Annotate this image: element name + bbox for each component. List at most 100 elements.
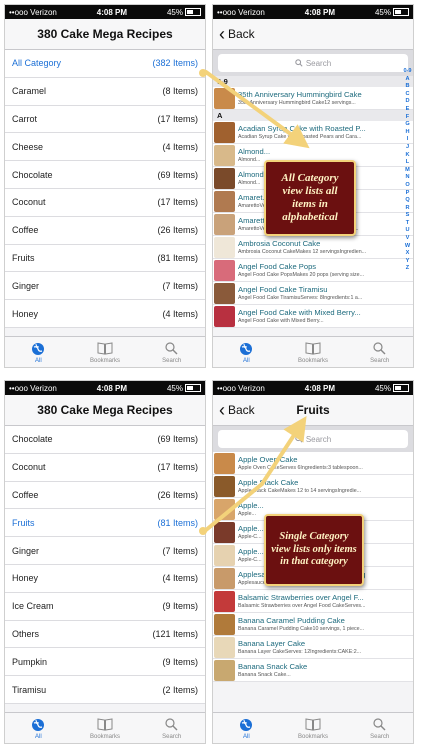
index-letter[interactable]: W — [405, 243, 410, 251]
category-row[interactable]: All Category (382 Items) — [5, 50, 205, 78]
recipe-row[interactable]: Apple Stack Cake Apple Stack CakeMakes 12… — [213, 475, 413, 498]
index-letter[interactable]: D — [405, 98, 409, 106]
recipe-row[interactable]: Angel Food Cake Tiramisu Angel Food Cake … — [213, 282, 413, 305]
category-row[interactable]: Pumpkin (9 Items) — [5, 648, 205, 677]
category-list: All Category (382 Items) Caramel (8 Items) C… — [5, 50, 205, 328]
tab-bookmarks[interactable]: Bookmarks — [280, 337, 347, 367]
index-letter[interactable]: C — [405, 91, 409, 99]
alphabet-index[interactable]: 0-9 A B C D E F G H I J K L M N O P Q R S T U V W X Y Z — [402, 68, 413, 273]
category-row[interactable]: Coconut (17 Items) — [5, 454, 205, 482]
recipe-row[interactable]: Banana Caramel Pudding Cake Banana Carame… — [213, 613, 413, 636]
recipe-row[interactable]: Balsamic Strawberries over Angel F... Bal… — [213, 590, 413, 613]
index-letter[interactable]: L — [406, 159, 409, 167]
tab-label: Bookmarks — [90, 733, 121, 740]
category-row[interactable]: Ice Cream (9 Items) — [5, 593, 205, 621]
recipe-thumbnail — [214, 87, 235, 109]
index-letter[interactable]: K — [405, 152, 409, 160]
index-letter[interactable]: U — [405, 227, 409, 235]
tab-bookmarks[interactable]: Bookmarks — [72, 713, 139, 743]
search-input[interactable]: Search — [218, 54, 408, 72]
back-label: Back — [228, 403, 255, 417]
recipe-subtitle: Banana Caramel Pudding Cake10 servings, … — [238, 626, 365, 632]
recipe-thumbnail — [214, 190, 235, 212]
category-row[interactable]: Tiramisu (2 Items) — [5, 676, 205, 704]
tab-all[interactable]: All — [213, 713, 280, 743]
back-button[interactable]: ‹ Back — [219, 395, 255, 425]
category-row[interactable]: Coconut (17 Items) — [5, 189, 205, 217]
category-row[interactable]: Others (121 Items) — [5, 621, 205, 649]
tab-all[interactable]: All — [213, 337, 280, 367]
category-row[interactable]: Coffee (26 Items) — [5, 217, 205, 245]
tab-search[interactable]: Search — [138, 713, 205, 743]
search-placeholder: Search — [305, 58, 332, 68]
tab-search[interactable]: Search — [346, 713, 413, 743]
index-letter[interactable]: B — [405, 83, 409, 91]
tab-search[interactable]: Search — [138, 337, 205, 367]
index-letter[interactable]: F — [406, 114, 409, 122]
index-letter[interactable]: Z — [406, 265, 409, 273]
tab-bookmarks[interactable]: Bookmarks — [280, 713, 347, 743]
recipe-title: Almond... — [238, 147, 271, 156]
index-letter[interactable]: G — [405, 121, 409, 129]
tab-all[interactable]: All — [5, 713, 72, 743]
recipe-subtitle: Banana Snack Cake... — [238, 672, 291, 678]
index-letter[interactable]: N — [405, 174, 409, 182]
category-row[interactable]: Fruits (81 Items) — [5, 509, 205, 538]
search-input[interactable]: Search — [218, 430, 408, 448]
recipe-text: Banana Snack Cake Banana Snack Cake... — [238, 662, 413, 678]
index-letter[interactable]: X — [406, 250, 410, 258]
category-name: Ice Cream — [12, 601, 54, 612]
index-letter[interactable]: E — [406, 106, 410, 114]
category-row[interactable]: Caramel (8 Items) — [5, 78, 205, 106]
magnifier-icon — [373, 717, 386, 733]
index-letter[interactable]: P — [406, 190, 410, 198]
index-letter[interactable]: H — [405, 129, 409, 137]
recipe-row[interactable]: Ambrosia Coconut Cake Ambrosia Coconut Ca… — [213, 236, 413, 259]
recipe-row[interactable]: Banana Layer Cake Banana Layer CakeServes… — [213, 636, 413, 659]
index-letter[interactable]: 0-9 — [403, 68, 411, 76]
category-row[interactable]: Carrot (17 Items) — [5, 106, 205, 134]
category-row[interactable]: Chocolate (69 Items) — [5, 426, 205, 454]
recipe-row[interactable]: Apple Oven Cake Apple Oven CakeServes 6In… — [213, 452, 413, 475]
recipe-text: Banana Caramel Pudding Cake Banana Carame… — [238, 616, 413, 632]
category-list: Chocolate (69 Items) Coconut (17 Items) Coff… — [5, 426, 205, 704]
category-row[interactable]: Chocolate (69 Items) — [5, 161, 205, 189]
index-letter[interactable]: J — [406, 144, 409, 152]
status-bar: ••ooo Verizon 4:08 PM 45% — [5, 381, 205, 395]
recipe-title: Angel Food Cake Tiramisu — [238, 285, 328, 294]
tab-bookmarks[interactable]: Bookmarks — [72, 337, 139, 367]
category-row[interactable]: Cheese (4 Items) — [5, 133, 205, 162]
category-row[interactable]: Coffee (26 Items) — [5, 482, 205, 510]
index-letter[interactable]: S — [406, 212, 410, 220]
recipe-row[interactable]: Acadian Syrup Cake with Roasted P... Acad… — [213, 121, 413, 144]
recipe-subtitle: Angel Food Cake TiramisuServes: 8Ingredi… — [238, 295, 363, 301]
index-letter[interactable]: Y — [406, 258, 410, 266]
battery-percent: 45% — [166, 7, 183, 17]
category-row[interactable]: Fruits (81 Items) — [5, 245, 205, 273]
index-letter[interactable]: M — [405, 167, 410, 175]
tab-bar: All Bookmarks Search — [5, 336, 205, 367]
clock: 4:08 PM — [96, 383, 128, 393]
recipe-row[interactable]: Angel Food Cake Pops Angel Food Cake Pops… — [213, 259, 413, 282]
recipe-row[interactable]: Angel Food Cake with Mixed Berry... Angel… — [213, 305, 413, 328]
index-letter[interactable]: R — [405, 205, 409, 213]
index-letter[interactable]: Q — [405, 197, 409, 205]
category-row[interactable]: Ginger (7 Items) — [5, 272, 205, 301]
recipe-row[interactable]: Banana Snack Cake Banana Snack Cake... — [213, 659, 413, 682]
index-letter[interactable]: I — [407, 136, 409, 144]
category-count: (69 Items) — [157, 434, 198, 445]
back-button[interactable]: ‹ Back — [219, 19, 255, 49]
index-letter[interactable]: T — [406, 220, 409, 228]
recipe-thumbnail — [214, 567, 235, 589]
recipe-row[interactable]: 35th Anniversary Hummingbird Cake 35th An… — [213, 87, 413, 110]
globe-icon — [239, 341, 253, 357]
category-row[interactable]: Honey (4 Items) — [5, 565, 205, 593]
tab-search[interactable]: Search — [346, 337, 413, 367]
search-icon — [295, 59, 303, 67]
category-row[interactable]: Honey (4 Items) — [5, 300, 205, 328]
index-letter[interactable]: A — [405, 76, 409, 84]
index-letter[interactable]: O — [405, 182, 409, 190]
category-row[interactable]: Ginger (7 Items) — [5, 537, 205, 565]
index-letter[interactable]: V — [406, 235, 410, 243]
tab-all[interactable]: All — [5, 337, 72, 367]
